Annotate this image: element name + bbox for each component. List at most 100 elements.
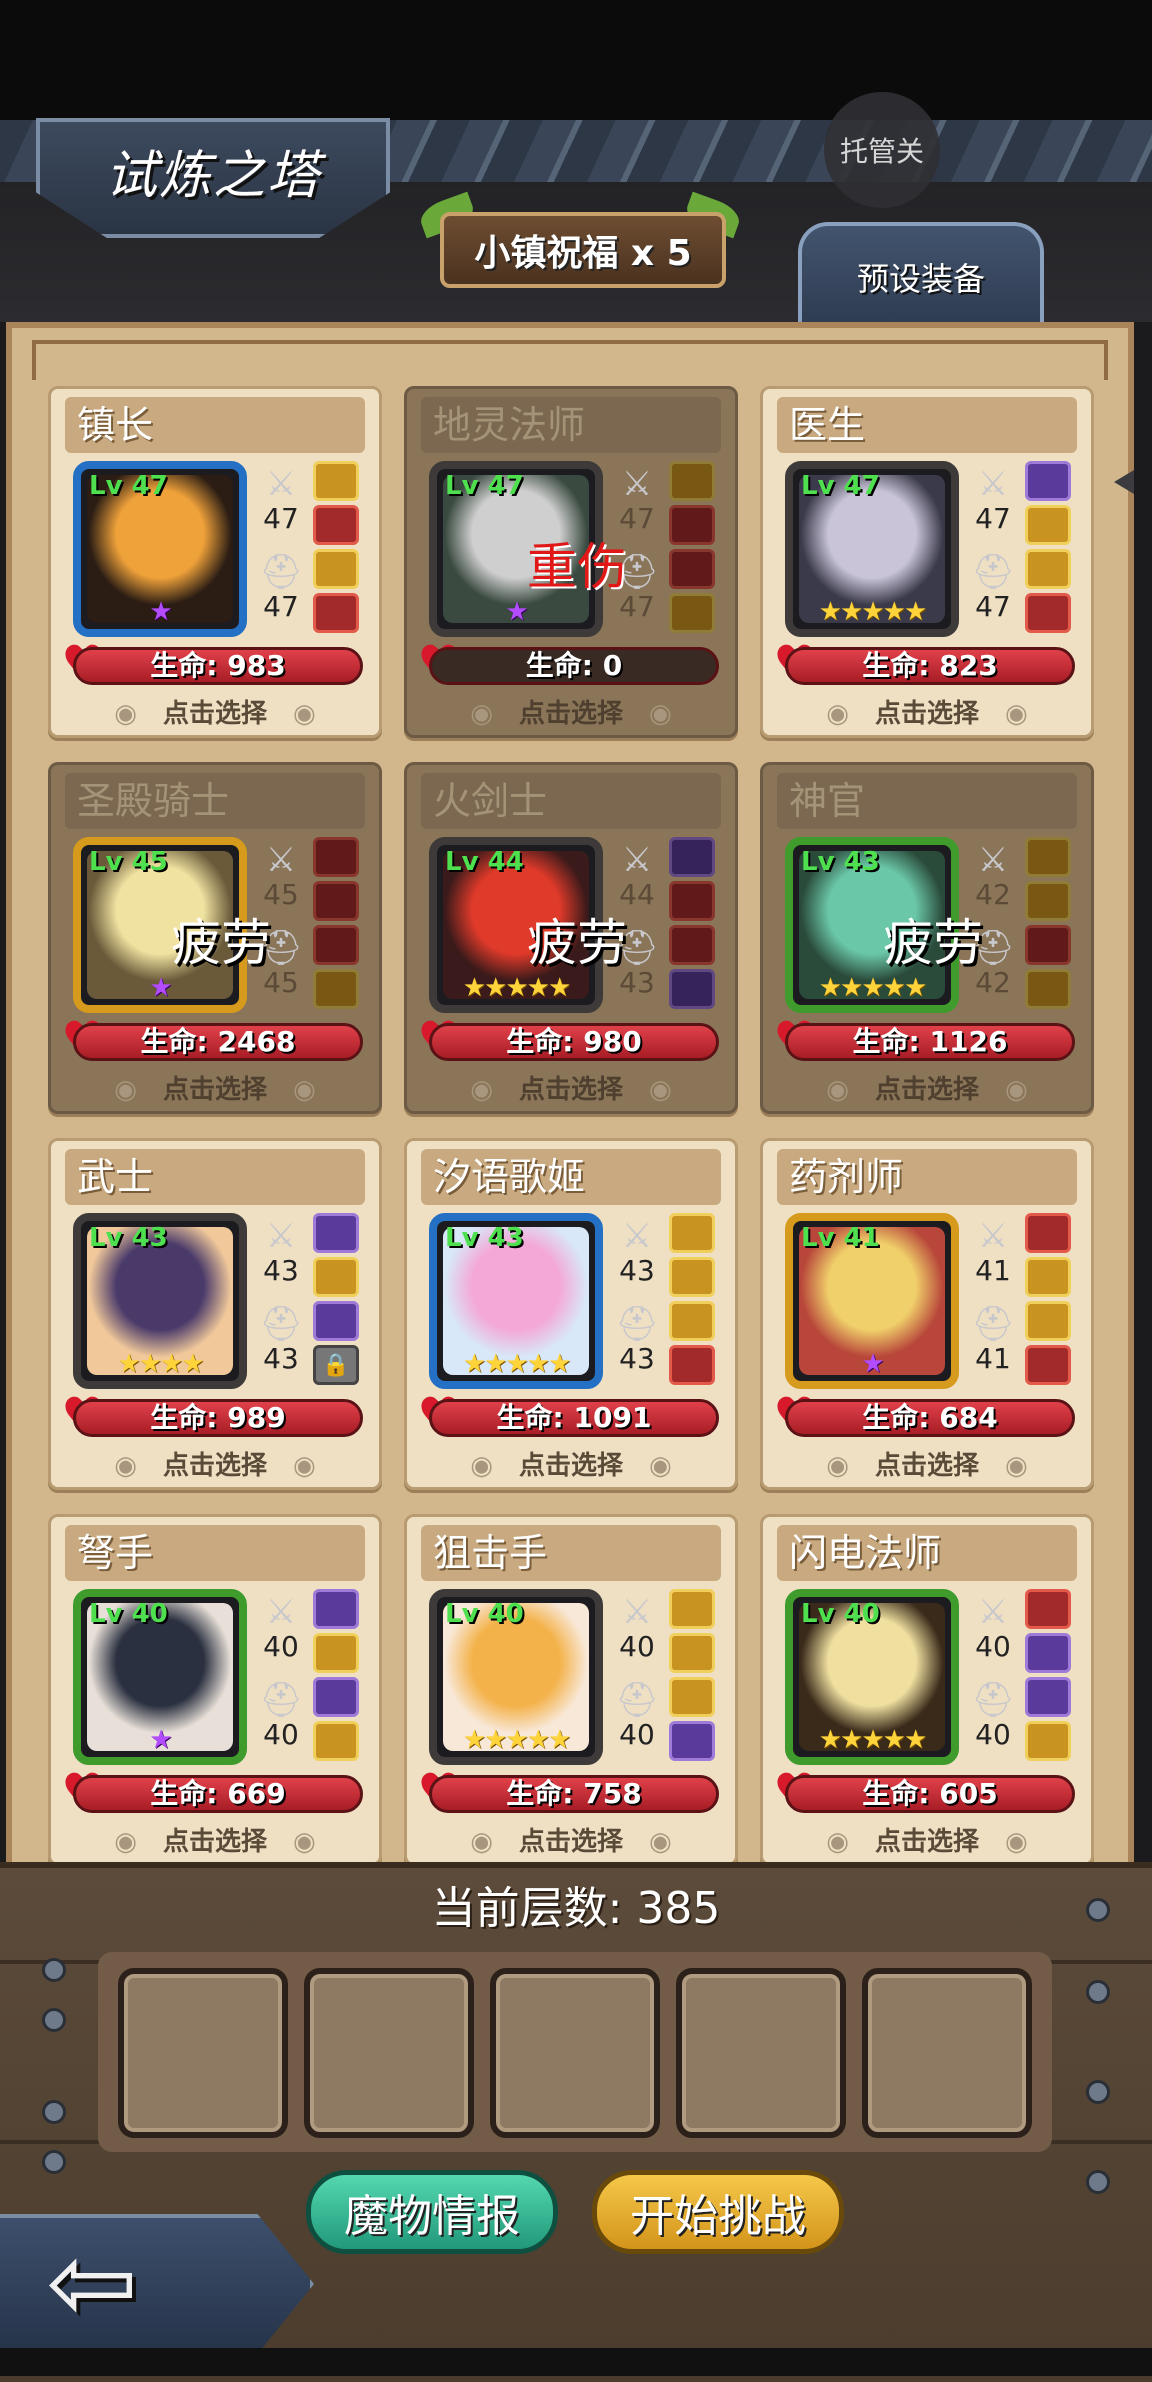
attack-stat: ⚔ 44 — [611, 841, 663, 911]
equipment-slot[interactable] — [313, 969, 359, 1009]
hero-card[interactable]: 地灵法师 Lv 47 ★ ⚔ 47 ⛑ 47 ♥ 生命: 0 点击选择 重伤 — [404, 386, 738, 738]
equipment-slot[interactable] — [669, 969, 715, 1009]
hero-portrait[interactable]: Lv 40 ★★★★★ — [429, 1589, 603, 1765]
equipment-slot[interactable] — [313, 1213, 359, 1253]
equipment-slot[interactable] — [669, 1213, 715, 1253]
equipment-slot[interactable] — [313, 1257, 359, 1297]
equipment-slot[interactable] — [1025, 1257, 1071, 1297]
hero-stars: ★ — [149, 597, 172, 627]
equipment-slot[interactable] — [669, 1677, 715, 1717]
hero-portrait[interactable]: Lv 43 ★★★★★ — [429, 1213, 603, 1389]
hero-card[interactable]: 神官 Lv 43 ★★★★★ ⚔ 42 ⛑ 42 ♥ 生命: 1126 点击选择… — [760, 762, 1094, 1114]
tap-to-select-label[interactable]: 点击选择 — [407, 693, 735, 730]
equipment-slot[interactable] — [1025, 1677, 1071, 1717]
hero-portrait[interactable]: Lv 40 ★ — [73, 1589, 247, 1765]
equipment-slot[interactable] — [1025, 593, 1071, 633]
equipment-slot[interactable] — [1025, 1633, 1071, 1673]
equipment-slot-locked[interactable]: 🔒 — [313, 1345, 359, 1385]
equipment-slot[interactable] — [669, 1301, 715, 1341]
tap-to-select-label[interactable]: 点击选择 — [407, 1445, 735, 1482]
defense-value: 47 — [263, 590, 299, 623]
hero-card[interactable]: 弩手 Lv 40 ★ ⚔ 40 ⛑ 40 ♥ 生命: 669 点击选择 — [48, 1514, 382, 1866]
team-slot-1[interactable] — [118, 1968, 288, 2138]
helmet-icon: ⛑ — [971, 1680, 1015, 1720]
hp-bar: 生命: 669 — [73, 1775, 363, 1813]
hero-card[interactable]: 药剂师 Lv 41 ★ ⚔ 41 ⛑ 41 ♥ 生命: 684 点击选择 — [760, 1138, 1094, 1490]
hero-level: Lv 43 — [445, 1223, 524, 1253]
hero-portrait[interactable]: Lv 41 ★ — [785, 1213, 959, 1389]
equipment-slot[interactable] — [1025, 837, 1071, 877]
hero-card[interactable]: 火剑士 Lv 44 ★★★★★ ⚔ 44 ⛑ 43 ♥ 生命: 980 点击选择… — [404, 762, 738, 1114]
attack-value: 40 — [263, 1630, 299, 1663]
preset-equipment-tab[interactable]: 预设装备 — [798, 222, 1044, 328]
team-slot-5[interactable] — [862, 1968, 1032, 2138]
hero-card[interactable]: 狙击手 Lv 40 ★★★★★ ⚔ 40 ⛑ 40 ♥ 生命: 758 点击选择 — [404, 1514, 738, 1866]
equipment-slot[interactable] — [669, 1589, 715, 1629]
sword-icon: ⚔ — [265, 1216, 297, 1256]
hero-card[interactable]: 医生 Lv 47 ★★★★★ ⚔ 47 ⛑ 47 ♥ 生命: 823 点击选择 — [760, 386, 1094, 738]
hero-portrait[interactable]: Lv 47 ★ — [73, 461, 247, 637]
tap-to-select-label[interactable]: 点击选择 — [51, 693, 379, 730]
equipment-column: 🔒 — [313, 1213, 363, 1389]
equipment-slot[interactable] — [1025, 505, 1071, 545]
equipment-slot[interactable] — [313, 505, 359, 545]
hero-card[interactable]: 武士 Lv 43 ★★★★ ⚔ 43 ⛑ 43 🔒 ♥ 生命: 989 点击选择 — [48, 1138, 382, 1490]
hero-portrait[interactable]: Lv 43 ★★★★ — [73, 1213, 247, 1389]
tap-to-select-label[interactable]: 点击选择 — [763, 693, 1091, 730]
equipment-slot[interactable] — [1025, 1301, 1071, 1341]
equipment-slot[interactable] — [669, 837, 715, 877]
tap-to-select-label[interactable]: 点击选择 — [763, 1821, 1091, 1858]
auto-manage-button[interactable]: 托管关 — [824, 92, 940, 208]
team-slot-4[interactable] — [676, 1968, 846, 2138]
tap-to-select-label[interactable]: 点击选择 — [763, 1069, 1091, 1106]
tap-to-select-label[interactable]: 点击选择 — [407, 1821, 735, 1858]
equipment-slot[interactable] — [313, 461, 359, 501]
tap-to-select-label[interactable]: 点击选择 — [51, 1069, 379, 1106]
equipment-slot[interactable] — [669, 1257, 715, 1297]
equipment-slot[interactable] — [669, 1345, 715, 1385]
town-blessing-badge[interactable]: 小镇祝福 x 5 — [440, 212, 726, 288]
hero-name: 圣殿骑士 — [65, 773, 365, 829]
equipment-slot[interactable] — [1025, 1213, 1071, 1253]
equipment-slot[interactable] — [669, 461, 715, 501]
top-black-bar — [0, 0, 1152, 120]
equipment-slot[interactable] — [313, 593, 359, 633]
equipment-slot[interactable] — [313, 837, 359, 877]
team-slot-3[interactable] — [490, 1968, 660, 2138]
hero-card[interactable]: 闪电法师 Lv 40 ★★★★★ ⚔ 40 ⛑ 40 ♥ 生命: 605 点击选… — [760, 1514, 1094, 1866]
equipment-column — [1025, 1589, 1075, 1765]
equipment-slot[interactable] — [669, 593, 715, 633]
tap-to-select-label[interactable]: 点击选择 — [407, 1069, 735, 1106]
tap-to-select-label[interactable]: 点击选择 — [51, 1821, 379, 1858]
equipment-slot[interactable] — [313, 1633, 359, 1673]
equipment-slot[interactable] — [313, 1677, 359, 1717]
equipment-slot[interactable] — [669, 1633, 715, 1673]
hero-portrait[interactable]: Lv 40 ★★★★★ — [785, 1589, 959, 1765]
team-slot-2[interactable] — [304, 1968, 474, 2138]
monster-info-button[interactable]: 魔物情报 — [306, 2170, 558, 2254]
equipment-slot[interactable] — [313, 1589, 359, 1629]
equipment-slot[interactable] — [313, 549, 359, 589]
equipment-slot[interactable] — [669, 1721, 715, 1761]
hero-card[interactable]: 汐语歌姬 Lv 43 ★★★★★ ⚔ 43 ⛑ 43 ♥ 生命: 1091 点击… — [404, 1138, 738, 1490]
attack-value: 40 — [619, 1630, 655, 1663]
sword-icon: ⚔ — [977, 840, 1009, 880]
hero-card[interactable]: 圣殿骑士 Lv 45 ★ ⚔ 45 ⛑ 45 ♥ 生命: 2468 点击选择 疲… — [48, 762, 382, 1114]
hero-portrait[interactable]: Lv 47 ★★★★★ — [785, 461, 959, 637]
defense-value: 41 — [975, 1342, 1011, 1375]
equipment-slot[interactable] — [1025, 969, 1071, 1009]
start-challenge-button[interactable]: 开始挑战 — [592, 2170, 844, 2254]
equipment-slot[interactable] — [1025, 1345, 1071, 1385]
equipment-slot[interactable] — [1025, 1721, 1071, 1761]
tap-to-select-label[interactable]: 点击选择 — [51, 1445, 379, 1482]
equipment-slot[interactable] — [1025, 461, 1071, 501]
hero-card[interactable]: 镇长 Lv 47 ★ ⚔ 47 ⛑ 47 ♥ 生命: 983 点击选择 — [48, 386, 382, 738]
equipment-slot[interactable] — [313, 1301, 359, 1341]
attack-value: 40 — [975, 1630, 1011, 1663]
tap-to-select-label[interactable]: 点击选择 — [763, 1445, 1091, 1482]
hero-name: 闪电法师 — [777, 1525, 1077, 1581]
equipment-slot[interactable] — [1025, 1589, 1071, 1629]
equipment-slot[interactable] — [313, 1721, 359, 1761]
equipment-slot[interactable] — [1025, 549, 1071, 589]
hero-stars: ★★★★★ — [462, 1725, 572, 1755]
